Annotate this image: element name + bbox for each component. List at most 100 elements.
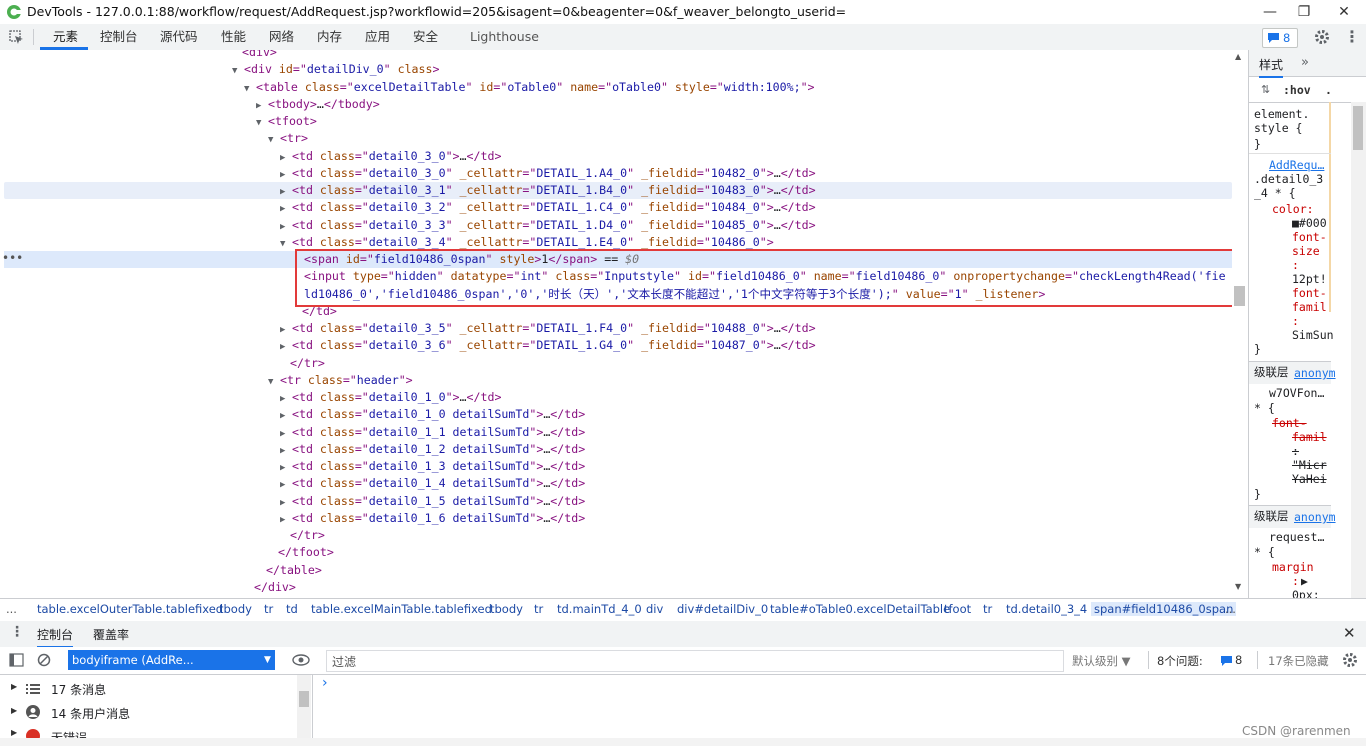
breadcrumb-item[interactable]: table#oTable0.excelDetailTable [770, 602, 950, 616]
collapse-arrow-icon[interactable]: ▼ [244, 81, 256, 98]
collapse-arrow-icon[interactable]: ▼ [268, 132, 280, 149]
code-token: </td> [780, 217, 816, 232]
code-token: " [445, 165, 460, 180]
console-issues-label[interactable]: 8个问题: [1157, 653, 1203, 669]
rule-selector: request… [1269, 530, 1325, 544]
drawer-menu-icon[interactable]: ⋮ [10, 624, 24, 640]
code-token: 10485_0 [710, 217, 760, 232]
code-token: _cellattr [459, 321, 523, 335]
styles-scrollbar[interactable] [1351, 102, 1366, 598]
dom-node-content: ▶ <td class="detail0_1_5 detailSumTd">…</… [280, 493, 585, 512]
code-token: " [627, 217, 642, 232]
console-issues-count: 8 [1235, 653, 1243, 667]
collapse-arrow-icon[interactable]: ▼ [268, 374, 280, 391]
breadcrumb-item[interactable]: tfoot [944, 602, 971, 616]
code-token: =" [598, 79, 613, 94]
live-expression-eye-icon[interactable] [292, 654, 310, 666]
elements-dom-tree[interactable]: <div> ▼ <div id="detailDiv_0" class> ▼ <tabl… [0, 50, 1232, 598]
code-token: > [432, 62, 440, 77]
code-token: … [773, 217, 781, 232]
sidebar-toggle-icon[interactable] [9, 653, 24, 667]
dom-node-content: <div> [230, 50, 277, 61]
scroll-down-arrow-icon[interactable]: ▼ [1235, 582, 1241, 591]
console-settings-gear-icon[interactable] [1342, 652, 1358, 668]
code-token: class [319, 183, 355, 197]
drawer-tab-console[interactable]: 控制台 [37, 626, 74, 648]
class-toggle[interactable]: . [1325, 83, 1332, 97]
code-token: =" [354, 148, 369, 163]
issues-badge[interactable]: 8 [1262, 28, 1298, 48]
breadcrumb-item[interactable]: tr [983, 602, 992, 616]
inspect-element-icon[interactable] [9, 30, 24, 45]
sidebar-scrollbar[interactable] [297, 675, 311, 746]
tab-network[interactable]: 网络 [269, 24, 294, 50]
expand-arrow-icon[interactable]: ▶ [11, 728, 17, 737]
breadcrumb-item[interactable]: tbody [219, 602, 252, 616]
collapse-arrow-icon[interactable]: ▼ [232, 63, 244, 80]
log-level-dropdown[interactable]: 默认级别 ▼ [1072, 653, 1131, 669]
code-token: detail0_1_0 detailSumTd [368, 407, 530, 422]
more-tabs-chevron-icon[interactable]: » [1301, 55, 1309, 70]
tree-scroll-thumb[interactable] [1234, 286, 1245, 306]
code-token: <td [292, 390, 320, 404]
sidebar-scroll-thumb[interactable] [299, 691, 309, 707]
code-token: </td> [550, 407, 586, 422]
tab-security[interactable]: 安全 [413, 24, 438, 50]
breadcrumb-overflow[interactable]: ... [6, 602, 17, 616]
code-token: =" [696, 200, 711, 215]
minimize-button[interactable]: — [1252, 2, 1288, 22]
settings-gear-icon[interactable] [1314, 29, 1330, 45]
code-token: "> [529, 510, 544, 525]
breadcrumb-item[interactable]: table.excelMainTable.tablefixed [311, 602, 492, 616]
breadcrumb-overflow[interactable]: ... [1225, 602, 1236, 616]
tree-scrollbar[interactable]: ▲ ▼ [1232, 50, 1248, 598]
expand-arrow-icon[interactable]: ▶ [11, 682, 17, 691]
code-token: <td [292, 424, 320, 439]
code-token: =" [339, 79, 354, 94]
dom-node[interactable]: ▶ <td class="detail0_3_1" _cellattr="DETA… [4, 182, 1232, 199]
list-icon [26, 684, 40, 694]
javascript-context-select[interactable]: bodyiframe (AddRe... ▼ [68, 650, 275, 670]
tab-sources[interactable]: 源代码 [160, 24, 198, 50]
drawer-tab-coverage[interactable]: 覆盖率 [93, 626, 129, 643]
clear-console-icon[interactable] [37, 653, 51, 667]
hover-state-toggle[interactable]: :hov [1283, 83, 1311, 97]
breadcrumb-item[interactable]: tbody [490, 602, 523, 616]
tab-performance[interactable]: 性能 [221, 24, 246, 50]
breadcrumb-item[interactable]: table.excelOuterTable.tablefixed [37, 602, 223, 616]
tab-memory[interactable]: 内存 [317, 24, 342, 50]
tab-application[interactable]: 应用 [365, 24, 390, 50]
more-options-icon[interactable]: ⋮ [1344, 27, 1360, 46]
tab-styles[interactable]: 样式 [1259, 56, 1284, 78]
tab-console[interactable]: 控制台 [100, 24, 138, 50]
breadcrumb-item[interactable]: tr [534, 602, 543, 616]
breadcrumb-item[interactable]: td [286, 602, 298, 616]
breadcrumb-item-selected[interactable]: span#field10486_0span [1091, 602, 1237, 616]
css-property: famil [1292, 300, 1327, 314]
styles-scroll-thumb[interactable] [1353, 106, 1363, 150]
sidebar-item-messages[interactable]: ▶ 17 条消息 [0, 680, 296, 698]
maximize-button[interactable]: ❐ [1286, 2, 1322, 22]
code-token: detail0_1_2 detailSumTd [368, 441, 530, 456]
code-token: 10484_0 [710, 200, 760, 215]
code-token: DETAIL_1.D4_0 [536, 217, 628, 232]
breadcrumb-item[interactable]: div#detailDiv_0 [677, 602, 768, 616]
node-actions-ellipsis[interactable]: ••• [2, 251, 23, 265]
dom-node-content: ▼ <tfoot> [256, 113, 317, 132]
code-token: oTable0 [507, 79, 557, 94]
console-output[interactable]: › [313, 675, 1366, 746]
expand-arrow-icon[interactable]: ▶ [11, 706, 17, 715]
filter-styles-icon[interactable]: ⇅ [1261, 83, 1270, 96]
collapse-arrow-icon[interactable]: ▼ [256, 115, 268, 132]
breadcrumb-item[interactable]: td.detail0_3_4 [1006, 602, 1087, 616]
console-filter-input[interactable]: 过滤 [326, 650, 1064, 672]
code-token: " [445, 183, 460, 197]
breadcrumb-item[interactable]: td.mainTd_4_0 [557, 602, 642, 616]
scroll-up-arrow-icon[interactable]: ▲ [1235, 52, 1241, 61]
tab-lighthouse[interactable]: Lighthouse [470, 24, 539, 50]
close-drawer-icon[interactable]: ✕ [1343, 624, 1356, 642]
breadcrumb-item[interactable]: tr [264, 602, 273, 616]
close-window-button[interactable]: ✕ [1326, 2, 1362, 22]
sidebar-item-user-messages[interactable]: ▶ 14 条用户消息 [0, 704, 296, 722]
breadcrumb-item[interactable]: div [646, 602, 663, 616]
